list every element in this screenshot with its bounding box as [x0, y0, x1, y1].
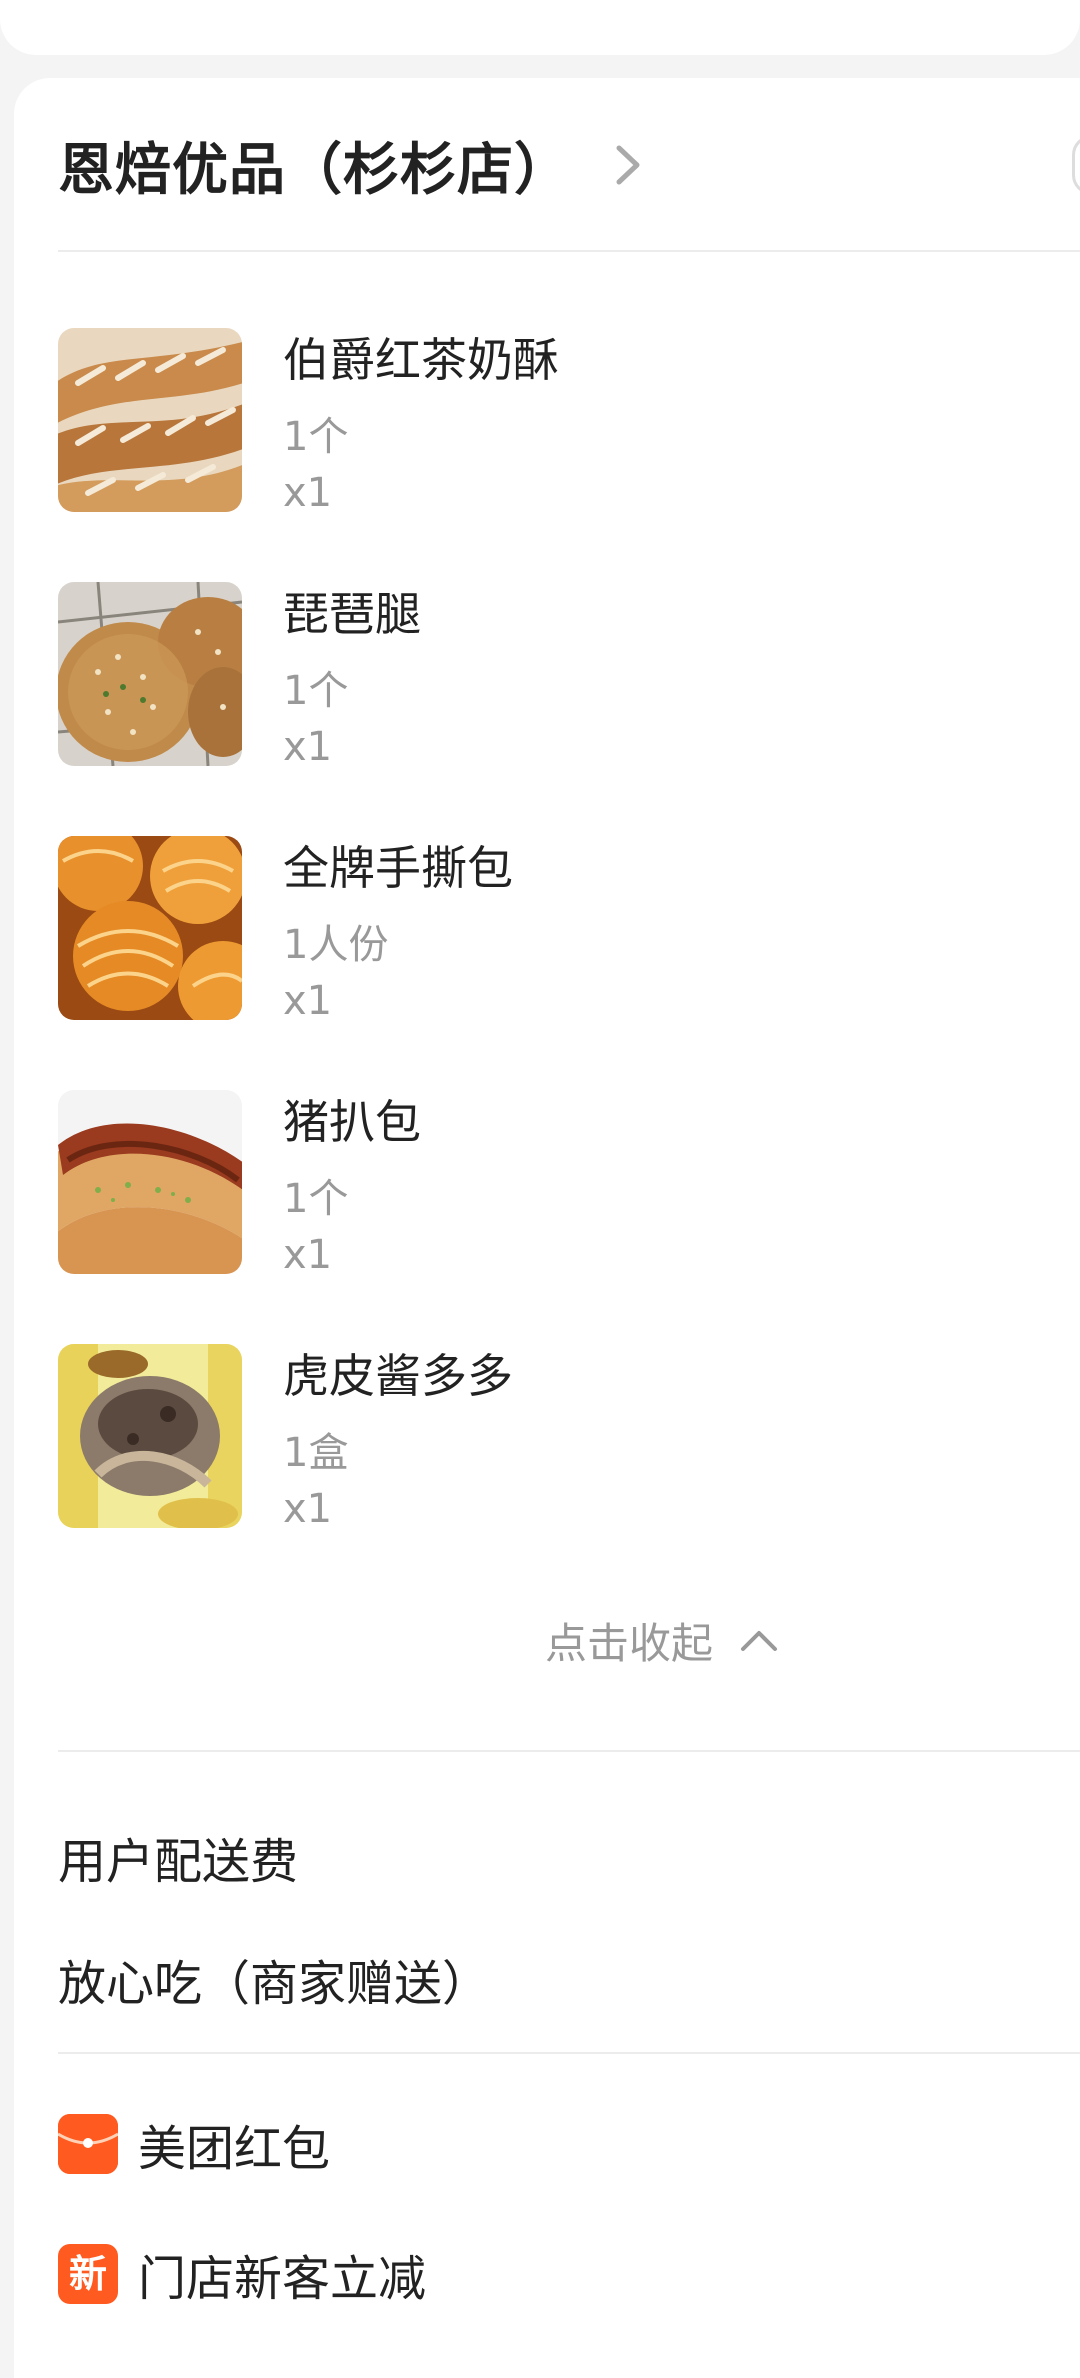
promo-label: 美团红包	[138, 2121, 331, 2177]
tiger-skin-roll-photo	[58, 1344, 242, 1528]
item-quantity: x1	[283, 724, 333, 770]
item-name: 全牌手撕包	[283, 841, 513, 895]
promo-label: 门店新客立减	[138, 2251, 427, 2307]
drumstick-bun-photo	[58, 582, 242, 766]
order-item: 琵琶腿 1个 x1	[58, 582, 1058, 770]
earl-grey-pastry-photo	[58, 328, 242, 512]
pork-chop-bun-photo	[58, 1090, 242, 1274]
divider	[58, 2052, 1080, 2054]
item-spec: 1个	[283, 414, 349, 460]
item-name: 虎皮酱多多	[283, 1349, 513, 1403]
red-envelope-icon	[58, 2114, 118, 2174]
chevron-right-icon	[616, 145, 640, 185]
item-spec: 1个	[283, 668, 349, 714]
pull-apart-bread-photo	[58, 836, 242, 1020]
item-name: 伯爵红茶奶酥	[283, 333, 559, 387]
store-new-customer-discount-row[interactable]: 新 门店新客立减	[58, 2242, 427, 2307]
order-item: 伯爵红茶奶酥 1个 x1	[58, 328, 1058, 516]
collapse-label: 点击收起	[545, 1618, 714, 1668]
item-spec: 1人份	[283, 922, 389, 968]
item-spec: 1盒	[283, 1430, 349, 1476]
item-quantity: x1	[283, 978, 333, 1024]
item-name: 琵琶腿	[283, 587, 421, 641]
previous-card	[0, 0, 1080, 55]
item-name: 猪扒包	[283, 1095, 421, 1149]
new-badge-icon: 新	[58, 2244, 118, 2304]
new-badge-text: 新	[68, 2252, 107, 2296]
store-name: 恩焙优品（杉杉店）	[58, 137, 571, 203]
item-quantity: x1	[283, 470, 333, 516]
order-item: 虎皮酱多多 1盒 x1	[58, 1344, 1058, 1532]
order-item: 猪扒包 1个 x1	[58, 1090, 1058, 1278]
item-spec: 1个	[283, 1176, 349, 1222]
assurance-label: 放心吃（商家赠送）	[58, 1956, 491, 2012]
divider	[58, 250, 1080, 252]
store-header[interactable]: 恩焙优品（杉杉店）	[58, 120, 645, 210]
item-quantity: x1	[283, 1486, 333, 1532]
chevron-up-icon	[741, 1631, 778, 1651]
collapse-button[interactable]: 点击收起	[545, 1610, 779, 1670]
item-quantity: x1	[283, 1232, 333, 1278]
divider	[58, 1750, 1080, 1752]
meituan-red-envelope-row[interactable]: 美团红包	[58, 2112, 331, 2177]
delivery-fee-label: 用户配送费	[58, 1834, 299, 1890]
order-item: 全牌手撕包 1人份 x1	[58, 836, 1058, 1024]
